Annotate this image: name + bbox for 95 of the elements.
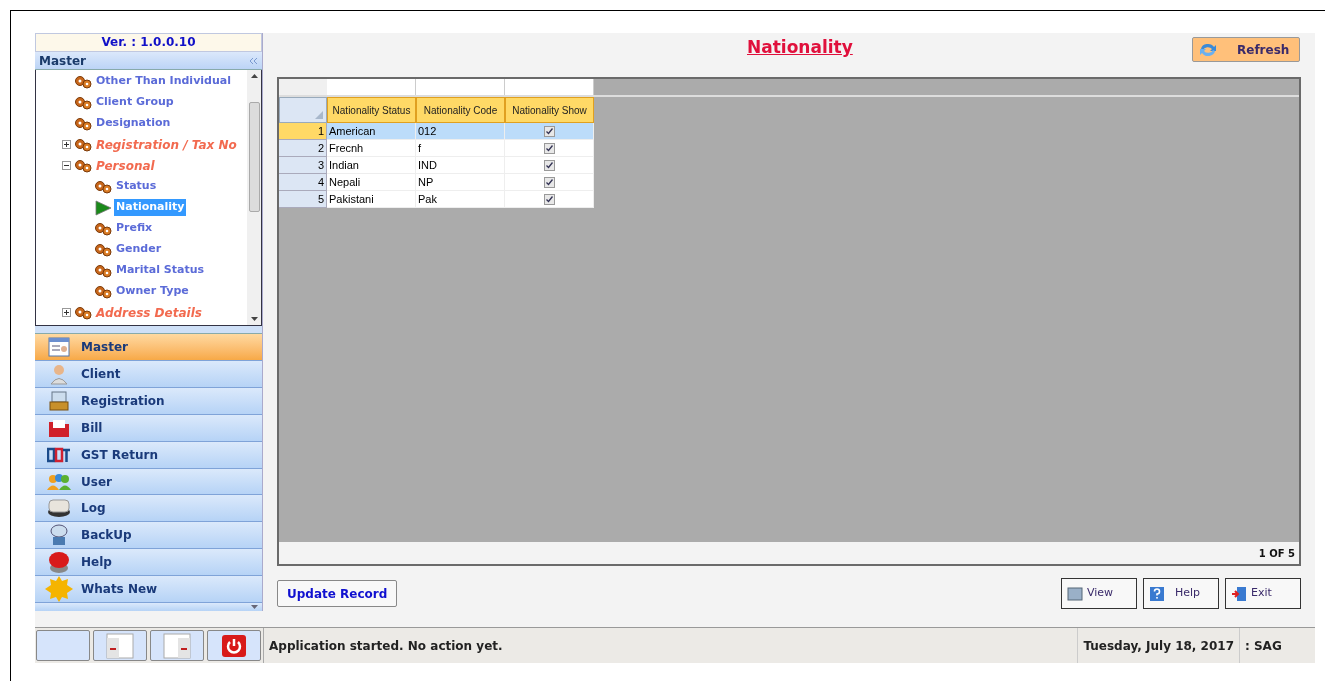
filter-row-header	[279, 79, 327, 95]
nav-item[interactable]: Help	[35, 549, 262, 576]
power-button[interactable]	[207, 630, 261, 661]
row-number[interactable]: 1	[279, 123, 327, 140]
corner-triangle-icon	[315, 111, 323, 119]
nav-item[interactable]: BackUp	[35, 522, 262, 550]
column-header[interactable]: Nationality Code	[416, 97, 505, 123]
gears-icon	[74, 95, 92, 110]
nav-item[interactable]: Registration	[35, 388, 262, 415]
checkbox[interactable]	[543, 142, 555, 154]
gears-icon	[94, 242, 112, 257]
folder-icon	[48, 417, 70, 438]
table-cell: Pakistani	[327, 191, 416, 208]
status-message: Application started. No action yet.	[268, 637, 504, 655]
gears-icon	[74, 116, 92, 131]
blank-button[interactable]	[36, 630, 90, 661]
filter-field[interactable]	[327, 79, 416, 95]
form-icon	[48, 337, 70, 358]
row-number[interactable]: 4	[279, 174, 327, 191]
refresh-button[interactable]: Refresh	[1192, 37, 1300, 62]
panel-right-button[interactable]	[150, 630, 204, 661]
backup-icon	[49, 524, 69, 547]
page-title: Nationality	[747, 36, 853, 59]
panel-title: Master	[39, 52, 86, 70]
table-cell: 012	[416, 123, 505, 140]
view-button[interactable]: View	[1061, 578, 1137, 609]
help-button[interactable]: Help	[1143, 578, 1219, 609]
version-banner: Ver. : 1.0.0.10	[35, 33, 262, 52]
column-header[interactable]: Nationality Show	[505, 97, 594, 123]
tree-item[interactable]: Owner Type	[114, 283, 191, 300]
table-cell: IND	[416, 157, 505, 174]
checkbox[interactable]	[543, 193, 555, 205]
gst-logo-icon	[47, 446, 71, 463]
expand-toggle[interactable]	[61, 140, 71, 149]
window-icon	[1067, 586, 1083, 601]
tree-item[interactable]: Marital Status	[114, 262, 207, 279]
help-icon	[1149, 585, 1165, 602]
gears-icon	[74, 305, 92, 320]
checkbox[interactable]	[543, 125, 555, 137]
tree-item[interactable]: Client Group	[94, 94, 176, 111]
exit-door-icon	[1231, 585, 1247, 602]
panel-left-button[interactable]	[93, 630, 147, 661]
cash-register-icon	[48, 390, 70, 412]
table-cell: f	[416, 140, 505, 157]
tree-item[interactable]: Status	[114, 178, 159, 195]
gears-icon	[74, 158, 92, 173]
nav-item[interactable]: Log	[35, 495, 262, 523]
power-icon	[221, 633, 247, 658]
collapse-toggle[interactable]	[61, 161, 71, 170]
row-number[interactable]: 3	[279, 157, 327, 174]
nav-item[interactable]: Master	[35, 334, 262, 362]
tree-item[interactable]: Other Than Individual	[94, 73, 233, 90]
nav-item[interactable]: GST Return	[35, 441, 262, 469]
tree-item[interactable]: Designation	[94, 115, 173, 132]
gears-icon	[94, 221, 112, 236]
users-icon	[46, 472, 72, 491]
table-cell: Nepali	[327, 174, 416, 191]
page-counter: 1 OF 5	[1258, 546, 1295, 561]
nav-item[interactable]: Whats New	[35, 576, 262, 603]
table-cell: Pak	[416, 191, 505, 208]
scrollbar[interactable]	[247, 70, 261, 326]
table-cell: Indian	[327, 157, 416, 174]
table-cell: Frecnh	[327, 140, 416, 157]
row-number[interactable]: 5	[279, 191, 327, 208]
update-record-button[interactable]: Update Record	[277, 580, 398, 607]
gears-icon	[74, 137, 92, 152]
row-number[interactable]: 2	[279, 140, 327, 157]
nav-item[interactable]: Client	[35, 361, 262, 389]
table-cell: American	[327, 123, 416, 140]
table-cell: NP	[416, 174, 505, 191]
push-button-icon	[47, 550, 71, 575]
expand-toggle[interactable]	[61, 308, 71, 317]
new-badge-icon	[45, 576, 73, 602]
window-panel-icon	[106, 632, 134, 659]
checkbox[interactable]	[543, 176, 555, 188]
tree-item[interactable]: Prefix	[114, 220, 155, 237]
checkbox[interactable]	[543, 159, 555, 171]
window-panel-icon	[163, 632, 191, 659]
refresh-icon	[1199, 41, 1217, 58]
gears-icon	[94, 284, 112, 299]
gears-icon	[94, 263, 112, 278]
play-arrow-icon	[94, 199, 112, 216]
column-header[interactable]: Nationality Status	[327, 97, 416, 123]
filter-field[interactable]	[505, 79, 594, 95]
device-icon	[47, 498, 71, 519]
person-icon	[48, 363, 70, 386]
status-user: : SAG	[1239, 628, 1300, 663]
nav-item[interactable]: User	[35, 468, 262, 496]
exit-button[interactable]: Exit	[1225, 578, 1301, 609]
filter-field[interactable]	[416, 79, 505, 95]
gears-icon	[94, 179, 112, 194]
tree-item[interactable]: Gender	[114, 241, 164, 258]
nav-item[interactable]: Bill	[35, 414, 262, 442]
gears-icon	[74, 74, 92, 89]
status-date: Tuesday, July 18, 2017	[1077, 628, 1239, 663]
